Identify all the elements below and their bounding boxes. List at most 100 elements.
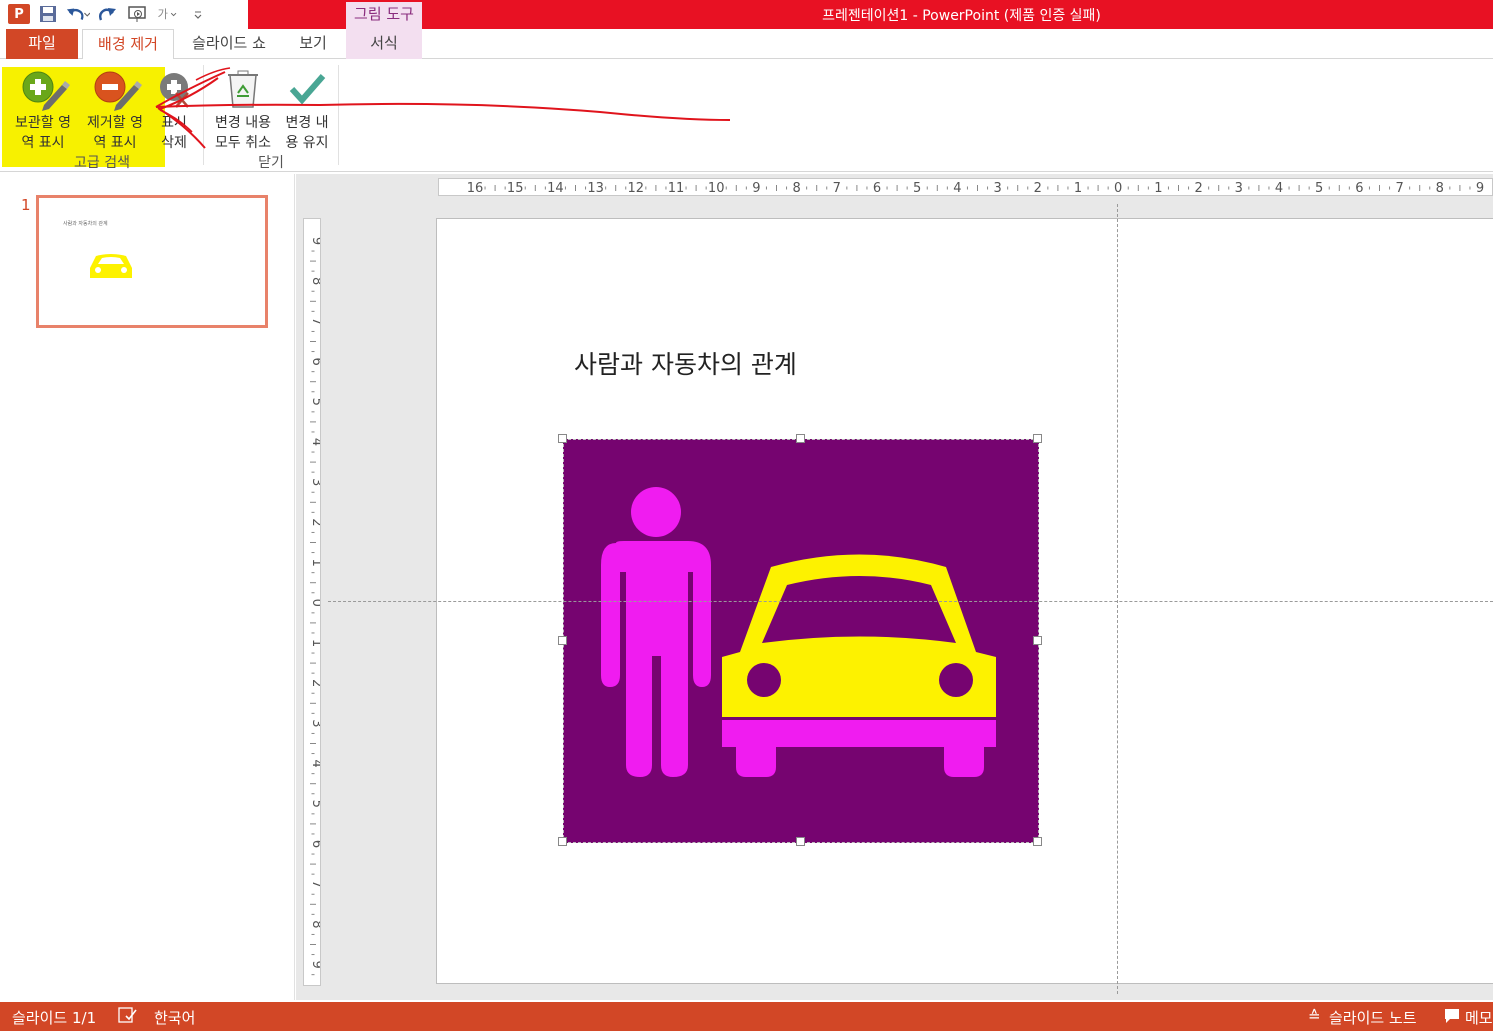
vertical-guide[interactable] <box>1117 204 1118 994</box>
ruler-tick-label: 1 <box>309 558 321 566</box>
delete-mark-button[interactable]: 표시 삭제 <box>152 65 196 153</box>
ruler-tick-label: 5 <box>309 800 321 808</box>
ruler-tick-label: 10 <box>708 181 725 196</box>
vertical-ruler[interactable]: 9 8 7 6 5 4 3 2 1 0 1 2 3 4 5 6 7 8 9 <box>303 218 321 986</box>
delete-mark-label: 표시 삭제 <box>161 115 187 151</box>
language-indicator[interactable]: 한국어 <box>154 1007 195 1028</box>
ruler-tick-label: 3 <box>993 181 1001 196</box>
ruler-tick-label: 7 <box>309 880 321 888</box>
tab-background-removal[interactable]: 배경 제거 <box>82 29 174 60</box>
ruler-tick-label: 7 <box>1395 181 1403 196</box>
slide-thumbnail[interactable]: 사람과 자동차의 관계 <box>36 195 268 328</box>
ruler-tick-label: 8 <box>309 277 321 285</box>
ruler-tick-label: 14 <box>547 181 564 196</box>
checkmark-icon <box>278 65 336 113</box>
tab-view[interactable]: 보기 <box>284 29 342 59</box>
thumbnail-car-icon <box>90 254 132 278</box>
ruler-tick-label: 4 <box>953 181 961 196</box>
comments-toggle[interactable]: 메모 <box>1465 1007 1493 1028</box>
resize-handle-top-left[interactable] <box>558 434 567 443</box>
slide-thumbnail-pane: 1 사람과 자동차의 관계 <box>4 174 295 1000</box>
powerpoint-window: P 가 그림 도구 프레젠테이션1 - PowerPoint (제품 인증 실패… <box>0 0 1493 1031</box>
resize-handle-top-right[interactable] <box>1033 434 1042 443</box>
ruler-tick-label: 1 <box>309 639 321 647</box>
ruler-tick-label: 3 <box>309 719 321 727</box>
ruler-tick-label: 4 <box>1275 181 1283 196</box>
ruler-tick-label: 6 <box>873 181 881 196</box>
ruler-tick-label: 8 <box>1436 181 1444 196</box>
group-separator <box>338 65 339 165</box>
ruler-tick-label: 8 <box>309 920 321 928</box>
keep-changes-label: 변경 내 용 유지 <box>285 115 329 151</box>
mark-areas-to-remove-button[interactable]: 제거할 영 역 표시 <box>80 65 150 153</box>
plus-pencil-icon <box>8 65 78 113</box>
resize-handle-right[interactable] <box>1033 636 1042 645</box>
group-separator <box>203 65 204 165</box>
ruler-tick-label: 8 <box>792 181 800 196</box>
tab-file[interactable]: 파일 <box>6 29 78 59</box>
ruler-tick-label: 2 <box>309 518 321 526</box>
ruler-tick-label: 6 <box>309 840 321 848</box>
ruler-tick-label: 2 <box>1034 181 1042 196</box>
ruler-tick-label: 4 <box>309 759 321 767</box>
thumbnail-number: 1 <box>21 196 31 214</box>
ruler-tick-label: 2 <box>309 679 321 687</box>
ruler-tick-label: 13 <box>587 181 604 196</box>
ruler-tick-label: 1 <box>1074 181 1082 196</box>
person-and-car-picture <box>601 487 996 777</box>
slide-counter: 슬라이드 1/1 <box>12 1009 97 1027</box>
resize-handle-bottom-left[interactable] <box>558 837 567 846</box>
ruler-tick-label: 2 <box>1194 181 1202 196</box>
ribbon: 보관할 영 역 표시 제거할 영 역 표시 표시 삭제 고급 검색 변경 내용 … <box>0 59 1493 172</box>
spellcheck-icon[interactable] <box>118 1006 138 1028</box>
comments-icon[interactable] <box>1444 1008 1460 1028</box>
delete-mark-icon <box>152 65 196 113</box>
ruler-tick-label: 5 <box>1315 181 1323 196</box>
resize-handle-bottom-right[interactable] <box>1033 837 1042 846</box>
ruler-tick-label: 1 <box>1154 181 1162 196</box>
ruler-tick-label: 7 <box>309 317 321 325</box>
ruler-tick-label: 6 <box>1355 181 1363 196</box>
ruler-tick-label: 0 <box>1114 181 1122 196</box>
ruler-tick-label: 5 <box>913 181 921 196</box>
tab-format[interactable]: 서식 <box>346 29 422 59</box>
keep-changes-button[interactable]: 변경 내 용 유지 <box>278 65 336 153</box>
ruler-tick-label: 9 <box>752 181 760 196</box>
ruler-tick-label: 9 <box>309 237 321 245</box>
minus-pencil-icon <box>80 65 150 113</box>
discard-all-changes-button[interactable]: 변경 내용 모두 취소 <box>208 65 278 153</box>
resize-handle-bottom[interactable] <box>796 837 805 846</box>
resize-handle-top[interactable] <box>796 434 805 443</box>
ruler-tick-label: 15 <box>507 181 524 196</box>
ruler-tick-label: 6 <box>309 357 321 365</box>
status-bar: 슬라이드 1/1 한국어 ≙ 슬라이드 노트 메모 <box>0 1002 1493 1031</box>
mark-remove-label: 제거할 영 역 표시 <box>87 115 143 151</box>
mark-areas-to-keep-button[interactable]: 보관할 영 역 표시 <box>8 65 78 153</box>
ruler-tick-label: 5 <box>309 398 321 406</box>
ruler-tick-label: 12 <box>628 181 645 196</box>
slide-editing-area: 161514131211109876543210123456789 987654… <box>296 174 1493 1000</box>
ruler-tick-label: 3 <box>309 478 321 486</box>
person-icon <box>601 487 711 777</box>
title-bar: P 가 그림 도구 프레젠테이션1 - PowerPoint (제품 인증 실패… <box>0 0 1493 29</box>
ruler-tick-label: 4 <box>309 438 321 446</box>
ruler-tick-label: 9 <box>1476 181 1484 196</box>
thumbnail-title: 사람과 자동차의 관계 <box>63 221 108 227</box>
resize-handle-left[interactable] <box>558 636 567 645</box>
ruler-tick-label: 9 <box>309 960 321 968</box>
ruler-tick-label: 0 <box>309 599 321 607</box>
selected-picture[interactable] <box>563 439 1039 843</box>
ruler-tick-label: 3 <box>1235 181 1243 196</box>
ruler-tick-label: 11 <box>668 181 685 196</box>
group-refine-label: 고급 검색 <box>74 155 130 171</box>
window-title: 프레젠테이션1 - PowerPoint (제품 인증 실패) <box>822 8 1101 24</box>
ruler-tick-label: 16 <box>467 181 484 196</box>
tab-slideshow[interactable]: 슬라이드 쇼 <box>180 29 278 59</box>
notes-toggle-icon[interactable]: ≙ <box>1308 1007 1321 1025</box>
notes-toggle[interactable]: 슬라이드 노트 <box>1329 1007 1417 1028</box>
car-icon <box>722 554 996 777</box>
horizontal-ruler[interactable]: 16 15 14 13 12 11 10 9 8 7 6 5 4 3 2 1 0 1 2 3 4 5 6 7 8 9 <box>438 178 1493 196</box>
slide-title[interactable]: 사람과 자동차의 관계 <box>574 345 797 381</box>
horizontal-guide[interactable] <box>328 601 1493 602</box>
ruler-tick-label: 7 <box>833 181 841 196</box>
